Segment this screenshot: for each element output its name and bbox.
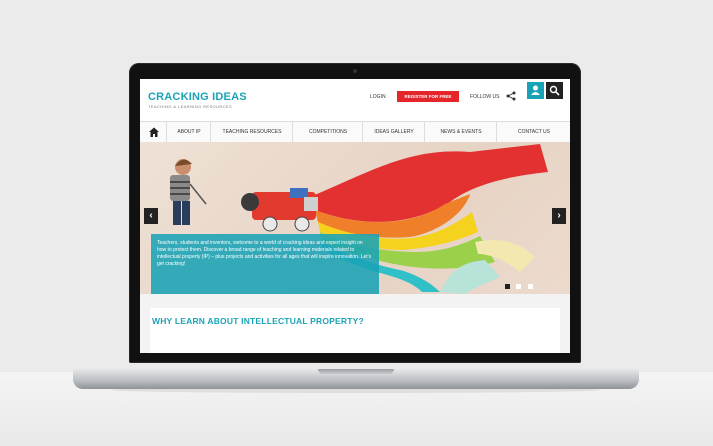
- search-button[interactable]: [546, 82, 563, 99]
- follow-us-label: FOLLOW US: [470, 94, 500, 100]
- carousel-dot-3[interactable]: [527, 284, 533, 289]
- laptop-display: CRACKING IDEAS TEACHING & LEARNING RESOU…: [129, 63, 581, 363]
- nav-item-news-events[interactable]: NEWS & EVENTS: [424, 122, 497, 142]
- laptop-notch: [318, 369, 394, 374]
- laptop-screen: CRACKING IDEAS TEACHING & LEARNING RESOU…: [140, 79, 570, 353]
- nav-item-ideas-gallery[interactable]: IDEAS GALLERY: [362, 122, 425, 142]
- site-tagline: TEACHING & LEARNING RESOURCES: [148, 104, 233, 109]
- user-button[interactable]: [527, 82, 544, 99]
- section-title: WHY LEARN ABOUT INTELLECTUAL PROPERTY?: [152, 316, 364, 326]
- laptop-base: [73, 369, 639, 389]
- nav-item-teaching-resources[interactable]: TEACHING RESOURCES: [210, 122, 293, 142]
- login-link[interactable]: LOGIN: [370, 94, 386, 100]
- user-icon: [531, 85, 540, 95]
- site-header: CRACKING IDEAS TEACHING & LEARNING RESOU…: [140, 79, 570, 121]
- webcam-icon: [353, 69, 357, 73]
- nav-item-competitions[interactable]: COMPETITIONS: [292, 122, 363, 142]
- nav-item-contact-us[interactable]: CONTACT US: [496, 122, 570, 142]
- carousel-prev-button[interactable]: ‹: [144, 208, 158, 224]
- carousel-dot-2[interactable]: [516, 284, 522, 289]
- hero-carousel: ‹ › Teachers, students and inventors, we…: [140, 142, 570, 294]
- intro-card: [150, 308, 560, 353]
- hero-caption: Teachers, students and inventors, welcom…: [151, 234, 379, 294]
- intro-section: WHY LEARN ABOUT INTELLECTUAL PROPERTY?: [140, 294, 570, 353]
- register-button[interactable]: REGISTER FOR FREE: [397, 91, 459, 102]
- site-logo[interactable]: CRACKING IDEAS: [148, 91, 247, 103]
- carousel-dot-1[interactable]: [505, 284, 510, 289]
- main-navigation: ABOUT IP TEACHING RESOURCES COMPETITIONS…: [140, 121, 570, 143]
- search-icon: [549, 85, 560, 96]
- carousel-indicators: [505, 276, 535, 294]
- share-icon[interactable]: [506, 91, 516, 101]
- carousel-next-button[interactable]: ›: [552, 208, 566, 224]
- home-icon[interactable]: [148, 126, 160, 138]
- nav-item-about-ip[interactable]: ABOUT IP: [166, 122, 211, 142]
